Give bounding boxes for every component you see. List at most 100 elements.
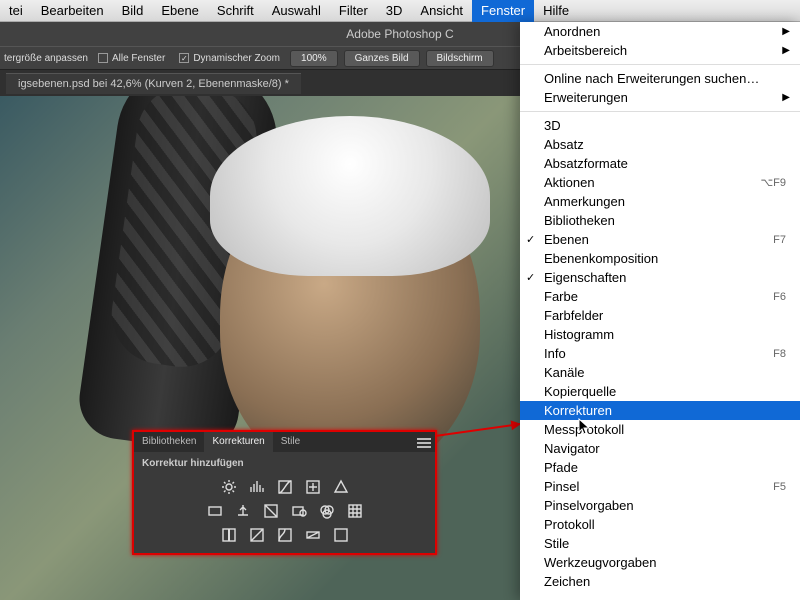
menu-ansicht[interactable]: Ansicht xyxy=(411,0,472,22)
menu-item-label: Stile xyxy=(544,536,569,551)
menu-item-label: Zeichen xyxy=(544,574,590,589)
menu-item-label: Anmerkungen xyxy=(544,194,625,209)
menu-item-pinsel[interactable]: Pinsel F5 xyxy=(520,477,800,496)
menu-item-label: Histogramm xyxy=(544,327,614,342)
fill-screen-button[interactable]: Bildschirm xyxy=(426,50,494,67)
menu-item-label: Farbe xyxy=(544,289,578,304)
resize-windows-label: tergröße anpassen xyxy=(4,53,88,64)
dynamic-zoom-checkbox[interactable]: ✓Dynamischer Zoom xyxy=(175,53,284,64)
menu-item-eigenschaften[interactable]: ✓Eigenschaften xyxy=(520,268,800,287)
panel-tab-stile[interactable]: Stile xyxy=(273,432,308,452)
fit-screen-button[interactable]: Ganzes Bild xyxy=(344,50,420,67)
menu-item-zeichen[interactable]: Zeichen xyxy=(520,572,800,591)
menu-item-label: Pinsel xyxy=(544,479,579,494)
menu-item-farbe[interactable]: Farbe F6 xyxy=(520,287,800,306)
menu-item-erweiterungen[interactable]: Erweiterungen▶ xyxy=(520,88,800,107)
menu-item-stile[interactable]: Stile xyxy=(520,534,800,553)
all-windows-checkbox[interactable]: Alle Fenster xyxy=(94,53,169,64)
menu-ebene[interactable]: Ebene xyxy=(152,0,208,22)
menu-item-label: Eigenschaften xyxy=(544,270,626,285)
menu-bild[interactable]: Bild xyxy=(113,0,153,22)
curves-icon[interactable] xyxy=(277,479,293,495)
menu-item-label: Ebenen xyxy=(544,232,589,247)
menu-item-label: Protokoll xyxy=(544,517,595,532)
menu-item-info[interactable]: InfoF8 xyxy=(520,344,800,363)
menu-item-anmerkungen[interactable]: Anmerkungen xyxy=(520,192,800,211)
exposure-icon[interactable] xyxy=(305,479,321,495)
menu-item-label: Info xyxy=(544,346,566,361)
menubar: teiBearbeitenBildEbeneSchriftAuswahlFilt… xyxy=(0,0,800,22)
menu-item-online-nach-erweiterungen-suchen-[interactable]: Online nach Erweiterungen suchen… xyxy=(520,69,800,88)
panel-tab-bibliotheken[interactable]: Bibliotheken xyxy=(134,432,204,452)
adjustments-panel: BibliothekenKorrekturenStile Korrektur h… xyxy=(132,430,437,555)
menu-schrift[interactable]: Schrift xyxy=(208,0,263,22)
document-tab[interactable]: igsebenen.psd bei 42,6% (Kurven 2, Ebene… xyxy=(6,73,301,94)
menu-item-pinselvorgaben[interactable]: Pinselvorgaben xyxy=(520,496,800,515)
menu-item-label: Pinselvorgaben xyxy=(544,498,634,513)
menu-item-protokoll[interactable]: Protokoll xyxy=(520,515,800,534)
menu-fenster[interactable]: Fenster xyxy=(472,0,534,22)
menu-item-absatz[interactable]: Absatz xyxy=(520,135,800,154)
menu-separator xyxy=(520,111,800,112)
gradient-map-icon[interactable] xyxy=(305,527,321,543)
bw-icon[interactable] xyxy=(263,503,279,519)
menu-auswahl[interactable]: Auswahl xyxy=(263,0,330,22)
panel-tab-strip: BibliothekenKorrekturenStile xyxy=(134,432,435,452)
photo-filter-icon[interactable] xyxy=(291,503,307,519)
shortcut-label: F5 xyxy=(773,481,786,493)
menu-item-label: Absatzformate xyxy=(544,156,628,171)
menu-item-arbeitsbereich[interactable]: Arbeitsbereich▶ xyxy=(520,41,800,60)
zoom-value-field[interactable]: 100% xyxy=(290,50,338,67)
invert-icon[interactable] xyxy=(221,527,237,543)
menu-item-messprotokoll[interactable]: Messprotokoll xyxy=(520,420,800,439)
panel-tab-korrekturen[interactable]: Korrekturen xyxy=(204,432,272,452)
menu-bearbeiten[interactable]: Bearbeiten xyxy=(32,0,113,22)
menu-separator xyxy=(520,64,800,65)
menu-item-bibliotheken[interactable]: Bibliotheken xyxy=(520,211,800,230)
threshold-icon[interactable] xyxy=(277,527,293,543)
menu-item-label: Navigator xyxy=(544,441,600,456)
menu-item-aktionen[interactable]: Aktionen⌥F9 xyxy=(520,173,800,192)
menu-hilfe[interactable]: Hilfe xyxy=(534,0,578,22)
color-balance-icon[interactable] xyxy=(235,503,251,519)
menu-item-kopierquelle[interactable]: Kopierquelle xyxy=(520,382,800,401)
adjustment-row-3 xyxy=(134,523,435,547)
adjustment-row-2 xyxy=(134,499,435,523)
menu-item-label: Bibliotheken xyxy=(544,213,615,228)
cursor-icon xyxy=(578,418,592,436)
menu-item-farbfelder[interactable]: Farbfelder xyxy=(520,306,800,325)
brightness-contrast-icon[interactable] xyxy=(221,479,237,495)
panel-menu-icon[interactable] xyxy=(417,436,431,448)
menu-item-label: Absatz xyxy=(544,137,584,152)
hue-sat-icon[interactable] xyxy=(207,503,223,519)
posterize-icon[interactable] xyxy=(249,527,265,543)
selective-color-icon[interactable] xyxy=(333,527,349,543)
menu-item-3d[interactable]: 3D xyxy=(520,116,800,135)
menu-item-label: Pfade xyxy=(544,460,578,475)
submenu-arrow-icon: ▶ xyxy=(782,92,790,103)
color-lookup-icon[interactable] xyxy=(347,503,363,519)
adjustment-row-1 xyxy=(134,475,435,499)
menu-tei[interactable]: tei xyxy=(0,0,32,22)
levels-icon[interactable] xyxy=(249,479,265,495)
shortcut-label: F6 xyxy=(773,291,786,303)
menu-item-anordnen[interactable]: Anordnen▶ xyxy=(520,22,800,41)
menu-item-label: Werkzeugvorgaben xyxy=(544,555,657,570)
menu-item-label: Korrekturen xyxy=(544,403,612,418)
menu-item-histogramm[interactable]: Histogramm xyxy=(520,325,800,344)
menu-item-pfade[interactable]: Pfade xyxy=(520,458,800,477)
menu-item-ebenenkomposition[interactable]: Ebenenkomposition xyxy=(520,249,800,268)
menu-item-werkzeugvorgaben[interactable]: Werkzeugvorgaben xyxy=(520,553,800,572)
menu-item-absatzformate[interactable]: Absatzformate xyxy=(520,154,800,173)
menu-3d[interactable]: 3D xyxy=(377,0,412,22)
vibrance-icon[interactable] xyxy=(333,479,349,495)
menu-item-ebenen[interactable]: ✓EbenenF7 xyxy=(520,230,800,249)
menu-item-korrekturen[interactable]: Korrekturen xyxy=(520,401,800,420)
shortcut-label: F7 xyxy=(773,234,786,246)
channel-mixer-icon[interactable] xyxy=(319,503,335,519)
menu-filter[interactable]: Filter xyxy=(330,0,377,22)
menu-item-navigator[interactable]: Navigator xyxy=(520,439,800,458)
shortcut-label: ⌥F9 xyxy=(760,176,786,189)
menu-item-kan-le[interactable]: Kanäle xyxy=(520,363,800,382)
menu-item-label: Online nach Erweiterungen suchen… xyxy=(544,71,759,86)
